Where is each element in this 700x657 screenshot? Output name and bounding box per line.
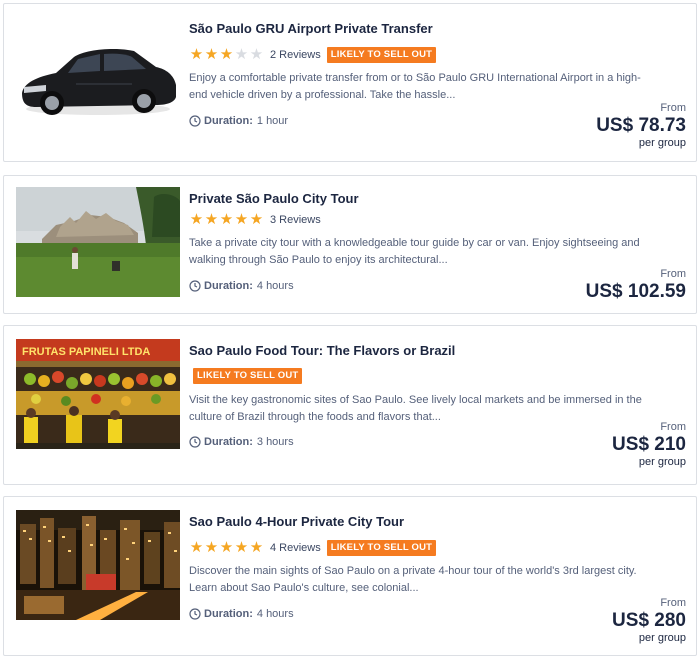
star-icon: ★ xyxy=(249,539,264,556)
rating-row: ★ ★ ★ ★ ★ 3 Reviews xyxy=(189,212,327,228)
reviews-link[interactable]: 4 Reviews xyxy=(270,542,321,554)
star-empty-icon: ★ xyxy=(249,46,264,63)
night-city-image xyxy=(16,510,180,620)
tour-description: Enjoy a comfortable private transfer fro… xyxy=(189,72,641,101)
star-icon: ★ xyxy=(219,539,234,556)
tour-description: Discover the main sights of Sao Paulo on… xyxy=(189,565,637,594)
price-box: From US$ 280 per group xyxy=(612,597,686,645)
price: US$ 280 xyxy=(612,610,686,631)
price-box: From US$ 78.73 per group xyxy=(596,102,686,150)
from-label: From xyxy=(660,102,686,114)
tour-duration: Duration: 4 hours xyxy=(189,608,294,620)
duration-value: 4 hours xyxy=(256,280,294,292)
star-icon: ★ xyxy=(204,211,219,228)
star-empty-icon: ★ xyxy=(234,46,249,63)
fruit-market-image: FRUTAS PAPINELI LTDA xyxy=(16,339,180,449)
star-icon: ★ xyxy=(204,539,219,556)
tour-description: Take a private city tour with a knowledg… xyxy=(189,237,640,266)
from-label: From xyxy=(660,268,686,280)
price-box: From US$ 102.59 xyxy=(586,268,686,303)
clock-icon xyxy=(189,436,201,448)
clock-icon xyxy=(189,115,201,127)
tour-thumbnail-car[interactable] xyxy=(16,27,180,137)
reviews-link[interactable]: 2 Reviews xyxy=(270,49,321,61)
duration-label: Duration: xyxy=(204,115,253,127)
tour-title[interactable]: Sao Paulo Food Tour: The Flavors or Braz… xyxy=(189,343,455,358)
tour-card[interactable]: FRUTAS PAPINELI LTDA Sao Paulo Food Tour… xyxy=(3,325,697,485)
clock-icon xyxy=(189,280,201,292)
star-icon: ★ xyxy=(189,46,204,63)
star-icon: ★ xyxy=(189,539,204,556)
price: US$ 102.59 xyxy=(585,281,686,302)
rating-row: ★ ★ ★ ★ ★ 4 Reviews LIKELY TO SELL OUT xyxy=(189,540,437,556)
likely-to-sell-out-badge: LIKELY TO SELL OUT xyxy=(193,368,303,384)
per-group-label: per group xyxy=(638,632,686,644)
price: US$ 210 xyxy=(612,434,686,455)
tour-thumbnail-monument[interactable] xyxy=(16,187,180,297)
monument-park-image xyxy=(16,187,180,297)
tour-title[interactable]: Sao Paulo 4-Hour Private City Tour xyxy=(189,514,404,529)
tour-card[interactable]: Private São Paulo City Tour ★ ★ ★ ★ ★ 3 … xyxy=(3,175,697,314)
tour-card[interactable]: São Paulo GRU Airport Private Transfer ★… xyxy=(3,3,697,162)
likely-to-sell-out-badge: LIKELY TO SELL OUT xyxy=(326,47,437,63)
duration-label: Duration: xyxy=(204,436,253,448)
star-icon: ★ xyxy=(189,211,204,228)
tour-description: Visit the key gastronomic sites of Sao P… xyxy=(189,394,642,423)
rating-row: LIKELY TO SELL OUT xyxy=(193,368,303,384)
star-rating: ★ ★ ★ ★ ★ xyxy=(189,47,264,63)
star-rating: ★ ★ ★ ★ ★ xyxy=(189,540,264,556)
tour-duration: Duration: 1 hour xyxy=(189,115,288,127)
star-icon: ★ xyxy=(234,539,249,556)
reviews-link[interactable]: 3 Reviews xyxy=(270,214,321,226)
from-label: From xyxy=(660,597,686,609)
duration-label: Duration: xyxy=(204,608,253,620)
car-image xyxy=(16,27,180,137)
tour-title[interactable]: São Paulo GRU Airport Private Transfer xyxy=(189,21,433,36)
duration-label: Duration: xyxy=(204,280,253,292)
duration-value: 3 hours xyxy=(256,436,294,448)
star-icon: ★ xyxy=(219,46,234,63)
rating-row: ★ ★ ★ ★ ★ 2 Reviews LIKELY TO SELL OUT xyxy=(189,47,437,63)
market-sign-text: FRUTAS PAPINELI LTDA xyxy=(22,346,150,358)
from-label: From xyxy=(660,421,686,433)
price-box: From US$ 210 per group xyxy=(612,421,686,469)
tour-thumbnail-market[interactable]: FRUTAS PAPINELI LTDA xyxy=(16,339,180,449)
per-group-label: per group xyxy=(638,456,686,468)
tour-thumbnail-city[interactable] xyxy=(16,510,180,620)
clock-icon xyxy=(189,608,201,620)
tour-duration: Duration: 3 hours xyxy=(189,436,294,448)
price: US$ 78.73 xyxy=(596,115,686,136)
likely-to-sell-out-badge: LIKELY TO SELL OUT xyxy=(326,540,437,556)
tour-duration: Duration: 4 hours xyxy=(189,280,294,292)
duration-value: 4 hours xyxy=(256,608,294,620)
star-icon: ★ xyxy=(249,211,264,228)
star-icon: ★ xyxy=(219,211,234,228)
tour-title[interactable]: Private São Paulo City Tour xyxy=(189,191,359,206)
per-group-label: per group xyxy=(638,137,686,149)
star-rating: ★ ★ ★ ★ ★ xyxy=(189,212,264,228)
star-icon: ★ xyxy=(234,211,249,228)
duration-value: 1 hour xyxy=(256,115,289,127)
star-icon: ★ xyxy=(204,46,219,63)
tour-card[interactable]: Sao Paulo 4-Hour Private City Tour ★ ★ ★… xyxy=(3,496,697,656)
